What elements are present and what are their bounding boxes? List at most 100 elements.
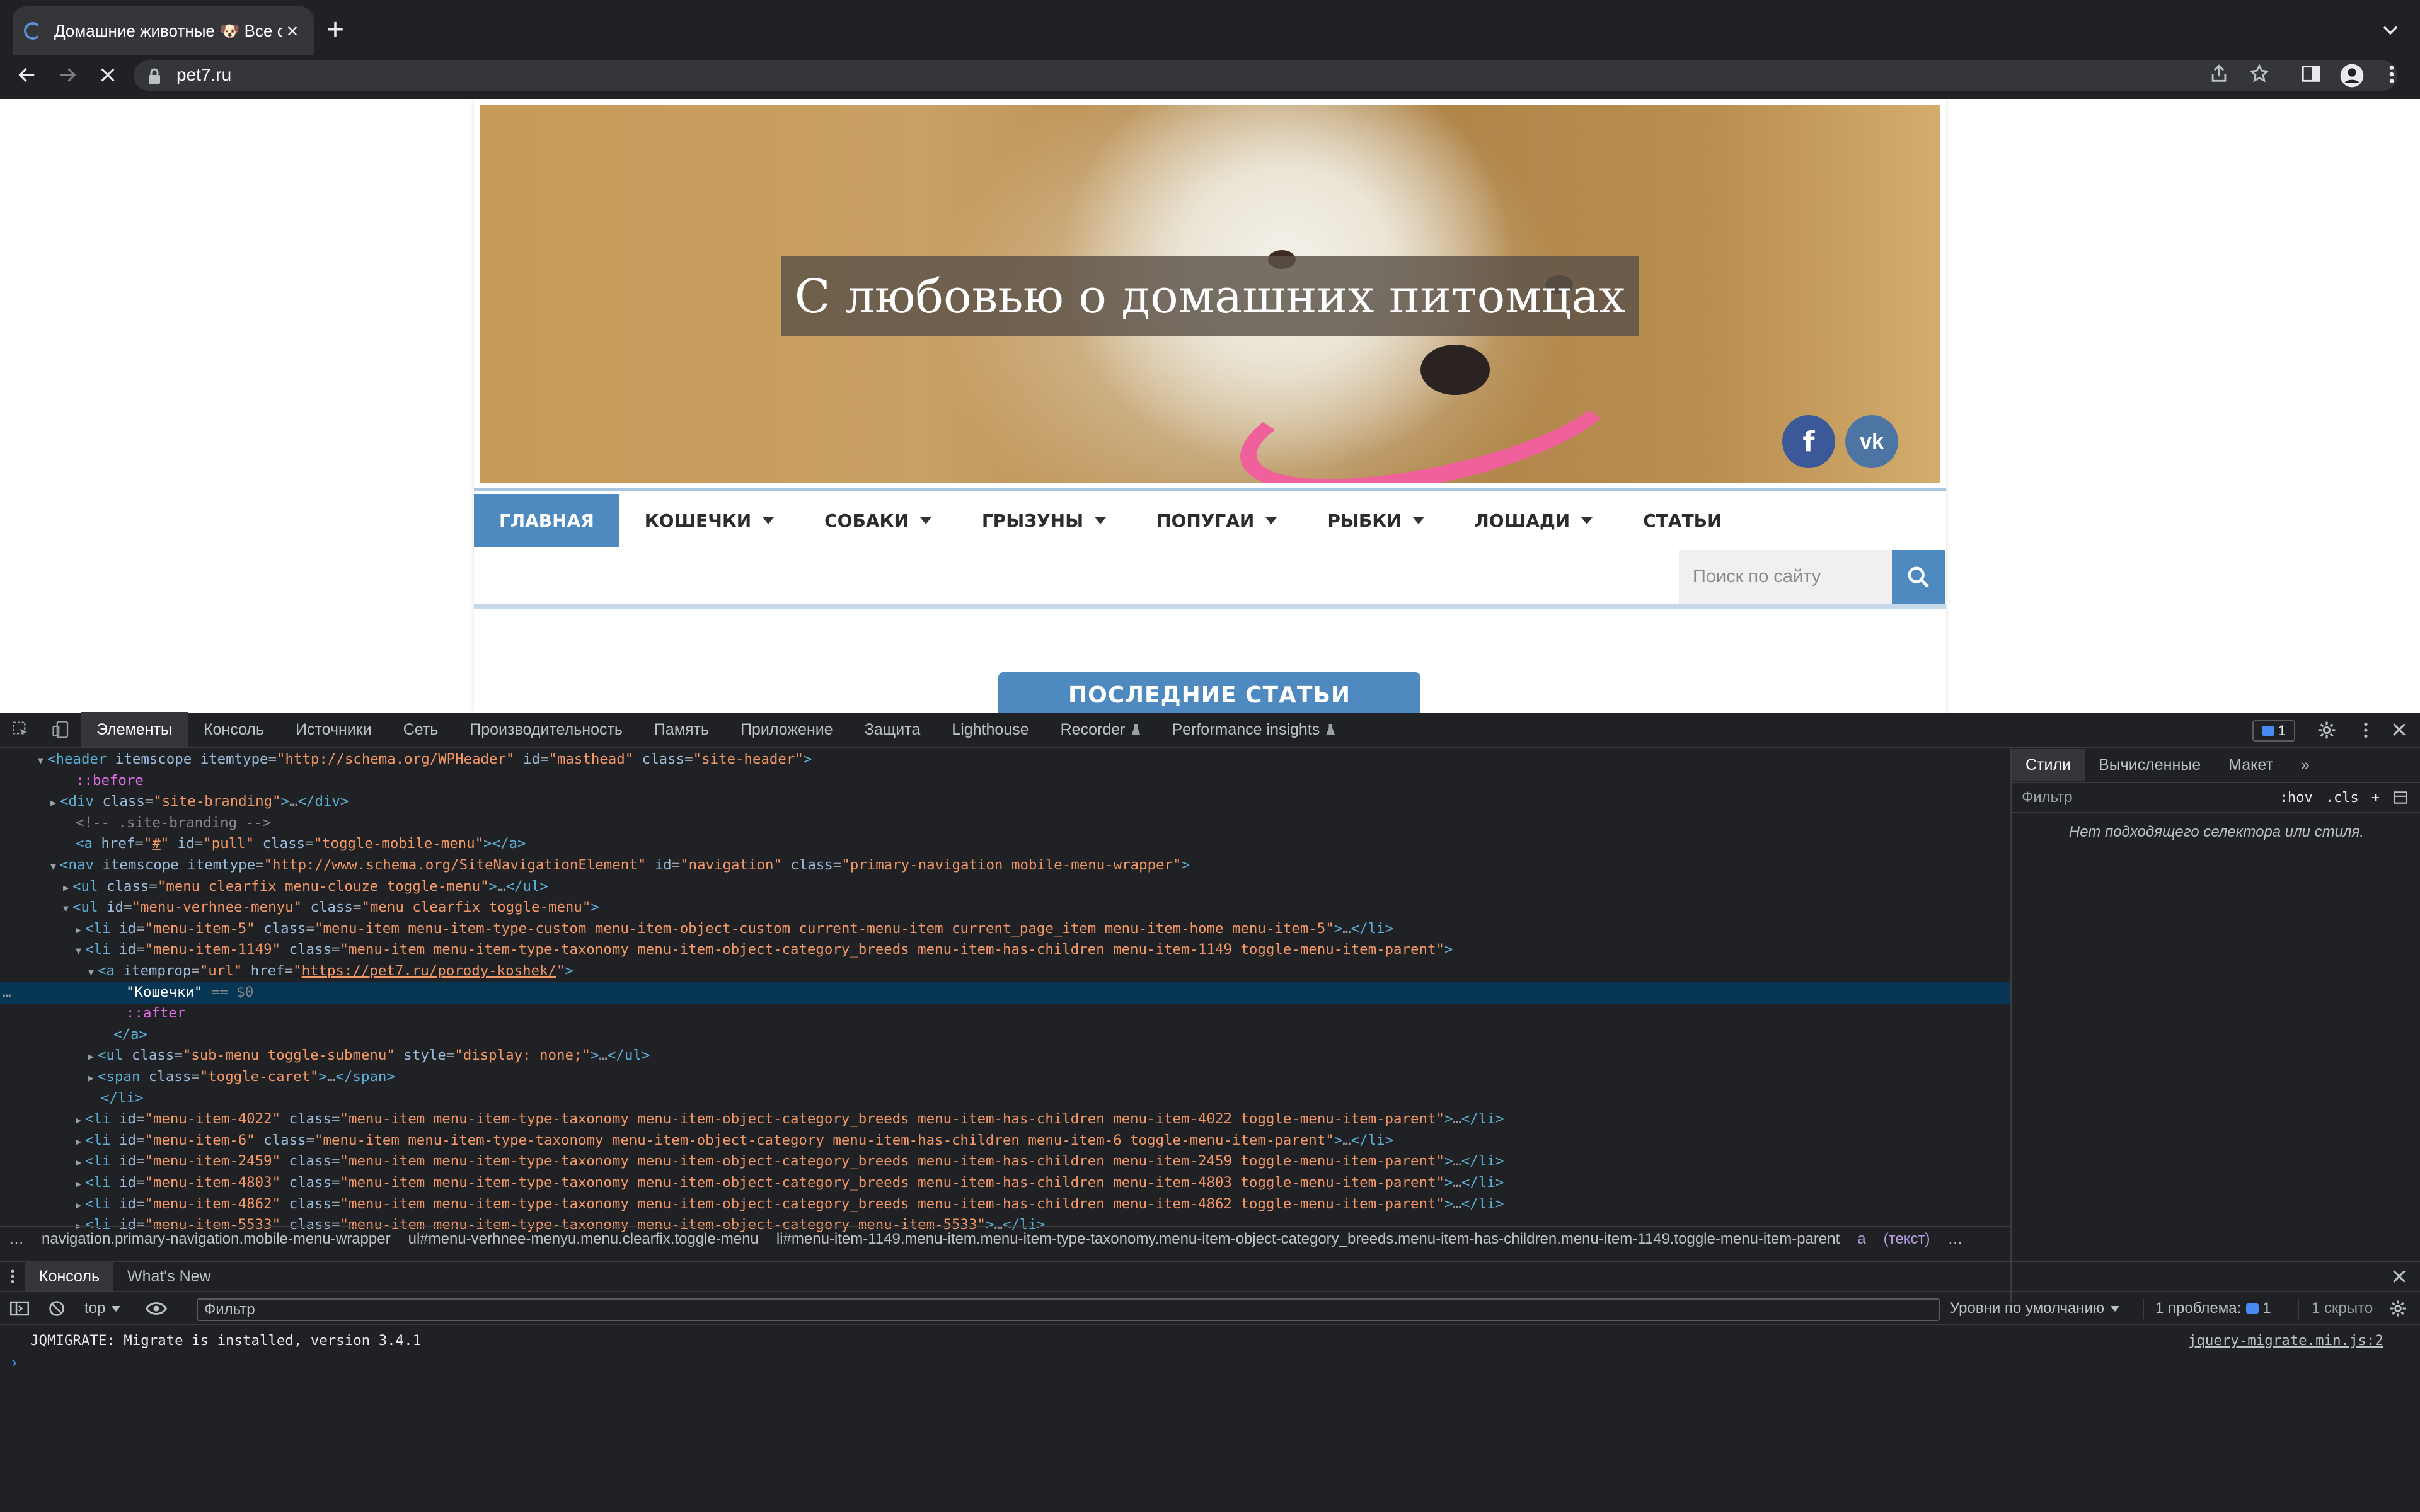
styles-tab[interactable]: » [2287, 749, 2324, 781]
breadcrumb-item[interactable]: a [1857, 1230, 1865, 1248]
close-drawer-icon[interactable] [2390, 1267, 2409, 1286]
devtools-tab[interactable]: Источники [280, 712, 388, 747]
breadcrumb-item[interactable]: li#menu-item-1149.menu-item.menu-item-ty… [776, 1230, 1840, 1248]
dom-node-line[interactable]: ▶ <li id="menu-item-6" class="menu-item m… [0, 1130, 2010, 1152]
nav-item[interactable]: ГРЫЗУНЫ [957, 494, 1131, 547]
problems-button[interactable]: 1 проблема: 1 [2155, 1300, 2271, 1317]
dom-node-line[interactable]: ▶ <li id="menu-item-5" class="menu-item m… [0, 919, 2010, 940]
search-button[interactable] [1892, 550, 1945, 604]
side-panel-icon[interactable] [2300, 63, 2322, 84]
dom-node-line[interactable]: ▶ <div class="site-branding">…</div> [0, 791, 2010, 813]
forward-arrow-icon[interactable] [53, 60, 82, 89]
styles-tab[interactable]: Макет [2215, 749, 2287, 781]
expand-triangle-icon[interactable]: ▶ [88, 1051, 94, 1062]
issues-badge[interactable]: 1 [2252, 720, 2295, 742]
dom-node-line[interactable]: ▶ <li id="menu-item-4803" class="menu-ite… [0, 1172, 2010, 1194]
nav-item[interactable]: ГЛАВНАЯ [474, 494, 619, 547]
nav-item[interactable]: РЫБКИ [1302, 494, 1449, 547]
drawer-tab[interactable]: What's New [113, 1261, 225, 1292]
devtools-tab[interactable]: Защита [849, 712, 936, 747]
collapse-triangle-icon[interactable]: ▼ [76, 945, 81, 956]
settings-gear-icon[interactable] [2317, 720, 2337, 740]
dom-node-line[interactable]: … "Кошечки" == $0 [0, 982, 2010, 1004]
devtools-tab[interactable]: Производительность [454, 712, 638, 747]
breadcrumb-item[interactable]: (текст) [1884, 1230, 1930, 1248]
dom-node-line[interactable]: ▶ <ul class="menu clearfix menu-clouze to… [0, 876, 2010, 898]
dom-node-line[interactable]: ▶ <li id="menu-item-4022" class="menu-ite… [0, 1109, 2010, 1130]
devtools-tab[interactable]: Память [638, 712, 725, 747]
browser-tab[interactable]: Домашние животные 🐶 Все о × [13, 6, 314, 55]
facebook-icon[interactable]: f [1782, 415, 1835, 468]
dom-node-line[interactable]: ▶ <span class="toggle-caret">…</span> [0, 1067, 2010, 1088]
collapse-triangle-icon[interactable]: ▼ [50, 861, 56, 872]
console-sidebar-icon[interactable] [10, 1300, 29, 1317]
back-arrow-icon[interactable] [13, 60, 42, 89]
expand-triangle-icon[interactable]: ▶ [76, 924, 81, 936]
breadcrumb-item[interactable]: navigation.primary-navigation.mobile-men… [42, 1230, 391, 1248]
stop-loading-icon[interactable] [93, 60, 122, 89]
device-toolbar-icon[interactable] [42, 712, 81, 747]
nav-item[interactable]: ЛОШАДИ [1449, 494, 1618, 547]
styles-tab[interactable]: Стили [2012, 749, 2085, 781]
node-actions-ellipsis[interactable]: … [3, 982, 11, 1004]
tab-search-chevron-icon[interactable] [2380, 19, 2401, 40]
collapse-triangle-icon[interactable]: ▼ [38, 755, 43, 766]
context-selector[interactable]: top [84, 1300, 121, 1317]
more-menu-icon[interactable] [2382, 63, 2401, 86]
dom-node-line[interactable]: ::after [0, 1003, 2010, 1024]
site-search-input[interactable]: Поиск по сайту [1679, 550, 1892, 604]
drawer-more-icon[interactable] [0, 1261, 25, 1292]
expand-triangle-icon[interactable]: ▶ [88, 1072, 94, 1084]
expand-triangle-icon[interactable]: ▶ [76, 1200, 81, 1211]
close-devtools-icon[interactable] [2390, 720, 2409, 739]
hov-toggle[interactable]: :hov [2279, 790, 2313, 806]
dom-node-line[interactable]: ::before [0, 770, 2010, 792]
url-text[interactable]: pet7.ru [176, 65, 231, 85]
lock-icon[interactable] [147, 68, 161, 84]
dom-node-line[interactable]: </li> [0, 1088, 2010, 1109]
dom-node-line[interactable]: ▼ <li id="menu-item-1149" class="menu-ite… [0, 939, 2010, 961]
breadcrumb-item[interactable]: … [1947, 1230, 1962, 1248]
cls-toggle[interactable]: .cls [2325, 790, 2359, 806]
expand-triangle-icon[interactable]: ▶ [76, 1157, 81, 1168]
expand-triangle-icon[interactable]: ▶ [76, 1114, 81, 1126]
devtools-tab[interactable]: Приложение [725, 712, 849, 747]
dom-node-line[interactable]: ▶ <li id="menu-item-4862" class="menu-ite… [0, 1194, 2010, 1215]
address-bar[interactable] [134, 60, 2397, 91]
dom-node-line[interactable]: ▶ <li id="menu-item-2459" class="menu-ite… [0, 1151, 2010, 1172]
dom-node-line[interactable]: ▼ <nav itemscope itemtype="http://www.sch… [0, 855, 2010, 876]
devtools-tab[interactable]: Lighthouse [936, 712, 1044, 747]
elements-tree[interactable]: ▼ <header itemscope itemtype="http://sche… [0, 749, 2010, 1303]
dom-node-line[interactable]: ▼ <header itemscope itemtype="http://sche… [0, 749, 2010, 770]
nav-item[interactable]: СТАТЬИ [1618, 494, 1747, 547]
console-message-source-link[interactable]: jquery-migrate.min.js:2 [2188, 1332, 2383, 1349]
nav-item[interactable]: СОБАКИ [799, 494, 957, 547]
new-tab-button[interactable]: + [326, 15, 344, 45]
devtools-tab[interactable]: Сеть [388, 712, 454, 747]
devtools-tab[interactable]: Элементы [81, 712, 188, 747]
clear-console-icon[interactable] [48, 1300, 66, 1317]
live-expression-eye-icon[interactable] [146, 1300, 168, 1317]
devtools-tab[interactable]: Performance insights [1156, 712, 1351, 747]
nav-item[interactable]: ПОПУГАИ [1131, 494, 1302, 547]
dom-node-line[interactable]: ▶ <ul class="sub-menu toggle-submenu" sty… [0, 1045, 2010, 1067]
drawer-tab[interactable]: Консоль [25, 1261, 114, 1292]
nav-item[interactable]: КОШЕЧКИ [619, 494, 799, 547]
expand-triangle-icon[interactable]: ▶ [63, 882, 69, 893]
expand-triangle-icon[interactable]: ▶ [76, 1136, 81, 1147]
console-settings-gear-icon[interactable] [2388, 1299, 2407, 1318]
console-prompt[interactable]: › [11, 1353, 17, 1372]
dom-node-line[interactable]: <a href="#" id="pull" class="toggle-mobi… [0, 833, 2010, 855]
inspect-element-icon[interactable] [0, 712, 42, 747]
devtools-tab[interactable]: Recorder [1045, 712, 1156, 747]
share-icon[interactable] [2208, 63, 2230, 84]
styles-filter-input[interactable]: Фильтр [2012, 789, 2279, 806]
collapse-triangle-icon[interactable]: ▼ [63, 903, 69, 914]
dom-node-line[interactable]: ▼ <a itemprop="url" href="https://pet7.ru… [0, 961, 2010, 982]
collapse-triangle-icon[interactable]: ▼ [88, 966, 94, 978]
dom-node-line[interactable]: <!-- .site-branding --> [0, 813, 2010, 834]
devtools-tab[interactable]: Консоль [188, 712, 280, 747]
expand-triangle-icon[interactable]: ▶ [50, 797, 56, 808]
new-rule-plus-icon[interactable]: + [2371, 790, 2380, 806]
dom-node-line[interactable]: ▼ <ul id="menu-verhnee-menyu" class="menu… [0, 897, 2010, 919]
